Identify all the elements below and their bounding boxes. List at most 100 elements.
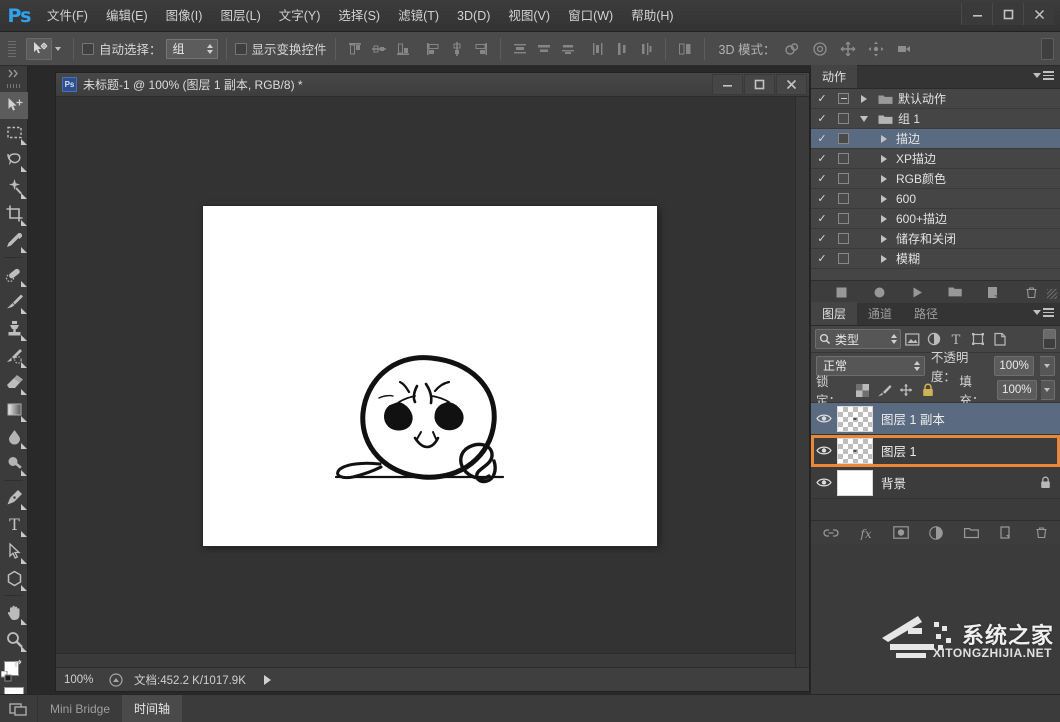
action-expand-arrow-icon[interactable] — [854, 115, 874, 122]
action-checkmark-icon[interactable]: ✓ — [811, 252, 833, 265]
menu-filter[interactable]: 滤镜(T) — [389, 4, 448, 28]
tool-preset-picker[interactable] — [22, 37, 65, 61]
action-dialog-box-icon[interactable] — [833, 253, 854, 264]
tool-move[interactable] — [0, 92, 28, 119]
new-action-icon[interactable] — [985, 284, 1001, 300]
tab-timeline[interactable]: 时间轴 — [122, 695, 183, 722]
tool-clone-stamp[interactable] — [0, 315, 28, 342]
layer-style-fx-icon[interactable]: fx — [857, 524, 875, 542]
action-dialog-box-icon[interactable] — [833, 93, 854, 104]
filter-smart-objects-icon[interactable] — [989, 329, 1011, 349]
action-row-group1[interactable]: ✓ 组 1 — [811, 109, 1060, 129]
tool-eyedropper[interactable] — [0, 227, 28, 254]
default-colors-icon[interactable] — [0, 670, 12, 685]
new-layer-icon[interactable] — [997, 524, 1015, 542]
tool-marquee[interactable] — [0, 119, 28, 146]
auto-select-checkbox[interactable] — [82, 42, 94, 55]
auto-select-dropdown[interactable]: 组 — [165, 38, 218, 59]
action-checkmark-icon[interactable]: ✓ — [811, 212, 833, 225]
action-row-xp-stroke[interactable]: ✓ XP描边 — [811, 149, 1060, 169]
action-row-600-stroke[interactable]: ✓ 600+描边 — [811, 209, 1060, 229]
action-checkmark-icon[interactable]: ✓ — [811, 152, 833, 165]
distribute-left-edges-icon[interactable] — [587, 38, 609, 60]
action-dialog-box-icon[interactable] — [833, 193, 854, 204]
auto-select-group[interactable]: 自动选择： — [82, 39, 162, 58]
tool-blur[interactable] — [0, 423, 28, 450]
layers-panel-menu-icon[interactable] — [1033, 308, 1054, 317]
tab-actions[interactable]: 动作 — [811, 65, 858, 88]
distribute-horizontal-centers-icon[interactable] — [611, 38, 633, 60]
layer-thumbnail[interactable] — [837, 405, 873, 432]
tool-dodge[interactable] — [0, 450, 28, 477]
align-vertical-centers-icon[interactable] — [368, 38, 390, 60]
canvas-vertical-scrollbar[interactable] — [795, 97, 809, 667]
menu-layer[interactable]: 图层(L) — [211, 4, 269, 28]
action-row-rgb-color[interactable]: ✓ RGB颜色 — [811, 169, 1060, 189]
toolbox-collapse-icon[interactable] — [0, 66, 27, 80]
action-dialog-box-icon[interactable] — [833, 173, 854, 184]
action-checkmark-icon[interactable]: ✓ — [811, 192, 833, 205]
filter-adjustment-layers-icon[interactable] — [923, 329, 945, 349]
layer-filter-enable-toggle[interactable] — [1043, 329, 1056, 349]
action-checkmark-icon[interactable]: ✓ — [811, 112, 833, 125]
tool-type[interactable]: T — [0, 511, 28, 538]
opacity-value[interactable]: 100% — [993, 355, 1035, 376]
tool-lasso[interactable] — [0, 146, 28, 173]
layer-visibility-icon[interactable] — [811, 445, 837, 456]
delete-layer-icon[interactable] — [1032, 524, 1050, 542]
document-minimize-icon[interactable] — [712, 74, 743, 95]
action-expand-arrow-icon[interactable] — [874, 194, 894, 203]
action-expand-arrow-icon[interactable] — [874, 214, 894, 223]
align-bottom-edges-icon[interactable] — [392, 38, 414, 60]
tab-mini-bridge[interactable]: Mini Bridge — [38, 695, 122, 722]
add-layer-mask-icon[interactable] — [892, 524, 910, 542]
document-maximize-icon[interactable] — [744, 74, 775, 95]
action-dialog-box-icon[interactable] — [833, 213, 854, 224]
layer-thumbnail[interactable] — [837, 437, 873, 464]
distribute-bottom-edges-icon[interactable] — [557, 38, 579, 60]
lock-image-pixels-icon[interactable] — [876, 381, 894, 399]
show-transform-checkbox[interactable] — [234, 42, 247, 55]
action-expand-arrow-icon[interactable] — [874, 234, 894, 243]
tab-layers[interactable]: 图层 — [811, 302, 858, 325]
toolbox-grip[interactable] — [0, 80, 27, 92]
tool-zoom[interactable] — [0, 626, 28, 653]
tab-channels[interactable]: 通道 — [857, 302, 903, 325]
tool-history-brush[interactable] — [0, 342, 28, 369]
tool-pen[interactable] — [0, 484, 28, 511]
menu-type[interactable]: 文字(Y) — [270, 4, 330, 28]
align-horizontal-centers-icon[interactable] — [446, 38, 468, 60]
swap-colors-icon[interactable] — [14, 659, 25, 673]
align-top-edges-icon[interactable] — [344, 38, 366, 60]
distribute-vertical-centers-icon[interactable] — [533, 38, 555, 60]
action-checkmark-icon[interactable]: ✓ — [811, 172, 833, 185]
pan-3d-icon[interactable] — [837, 38, 859, 60]
canvas-sheet[interactable] — [202, 206, 657, 546]
screen-mode-icon[interactable] — [0, 695, 38, 722]
zoom-level[interactable]: 100% — [64, 674, 98, 686]
auto-align-layers-icon[interactable] — [674, 38, 696, 60]
tool-magic-wand[interactable] — [0, 173, 28, 200]
lock-all-icon[interactable] — [919, 381, 937, 399]
distribute-top-edges-icon[interactable] — [509, 38, 531, 60]
canvas-area[interactable] — [56, 97, 809, 667]
menu-select[interactable]: 选择(S) — [329, 4, 389, 28]
maximize-icon[interactable] — [992, 3, 1023, 25]
lock-position-icon[interactable] — [897, 381, 915, 399]
minimize-icon[interactable] — [961, 3, 992, 25]
layer-visibility-icon[interactable] — [811, 413, 837, 424]
status-expand-arrow-icon[interactable] — [263, 674, 271, 685]
actions-panel-resize-grip[interactable] — [1047, 289, 1057, 299]
action-checkmark-icon[interactable]: ✓ — [811, 232, 833, 245]
menu-image[interactable]: 图像(I) — [157, 4, 212, 28]
distribute-right-edges-icon[interactable] — [635, 38, 657, 60]
action-expand-arrow-icon[interactable] — [854, 94, 874, 103]
menu-file[interactable]: 文件(F) — [38, 4, 97, 28]
new-group-icon[interactable] — [962, 524, 980, 542]
link-layers-icon[interactable] — [822, 524, 840, 542]
tool-brush[interactable] — [0, 288, 28, 315]
layer-row-background[interactable]: 背景 — [811, 467, 1060, 499]
roll-3d-icon[interactable] — [809, 38, 831, 60]
action-expand-arrow-icon[interactable] — [874, 154, 894, 163]
layer-row-copy[interactable]: 图层 1 副本 — [811, 403, 1060, 435]
